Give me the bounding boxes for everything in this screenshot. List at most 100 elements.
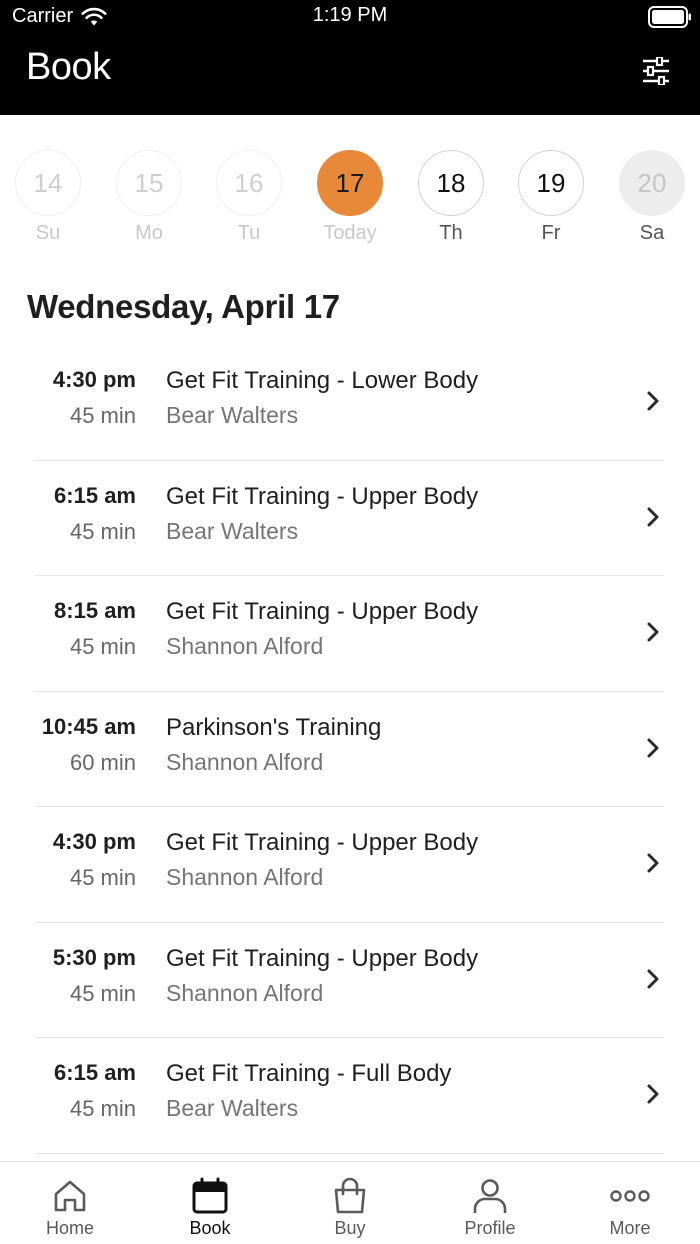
tab-label: Profile bbox=[464, 1218, 516, 1238]
day-number: 20 bbox=[619, 150, 685, 216]
sliders-icon bbox=[643, 57, 669, 85]
tab-bar: Home Book Buy Profile More bbox=[0, 1161, 700, 1244]
book-screen: Carrier 1:19 PM Book 14 Su 15 Mo 16 Tu 1… bbox=[0, 0, 700, 1244]
class-info: Get Fit Training - Upper Body Shannon Al… bbox=[166, 598, 478, 660]
class-row[interactable]: 4:30 pm 45 min Get Fit Training - Lower … bbox=[0, 345, 700, 461]
filter-button[interactable] bbox=[640, 55, 672, 87]
day-label: Tu bbox=[237, 222, 261, 244]
day-number: 14 bbox=[15, 150, 81, 216]
class-duration: 45 min bbox=[69, 1096, 136, 1121]
class-time-column: 4:30 pm 45 min bbox=[53, 829, 136, 891]
chevron-right-icon bbox=[647, 853, 659, 873]
day-thursday[interactable]: 18 Th bbox=[401, 150, 501, 250]
day-label: Th bbox=[439, 222, 463, 244]
day-number: 18 bbox=[418, 150, 484, 216]
class-instructor: Shannon Alford bbox=[166, 979, 324, 1006]
class-instructor: Shannon Alford bbox=[166, 633, 324, 659]
day-tuesday[interactable]: 16 Tu bbox=[199, 150, 299, 250]
week-day-picker: 14 Su 15 Mo 16 Tu 17 Today 18 Th 19 Fr 2… bbox=[0, 150, 700, 250]
day-label: Fr bbox=[541, 222, 561, 244]
class-duration: 45 min bbox=[69, 980, 136, 1006]
tab-icon-wrapper bbox=[50, 1176, 90, 1216]
class-row[interactable]: 6:15 am 45 min Get Fit Training - Upper … bbox=[0, 461, 700, 576]
class-time-column: 5:30 pm 45 min bbox=[53, 945, 136, 1007]
battery-icon bbox=[648, 6, 691, 28]
class-instructor: Bear Walters bbox=[166, 1095, 299, 1121]
class-row[interactable]: 4:30 pm 45 min Get Fit Training - Upper … bbox=[0, 807, 700, 923]
home-icon bbox=[54, 1180, 86, 1212]
class-start-time: 6:15 am bbox=[54, 1060, 136, 1085]
tab-icon-wrapper bbox=[610, 1176, 650, 1216]
tab-book[interactable]: Book bbox=[140, 1162, 280, 1244]
class-name: Get Fit Training - Full Body bbox=[166, 1060, 452, 1087]
day-friday[interactable]: 19 Fr bbox=[501, 150, 601, 250]
day-label: Today bbox=[323, 222, 377, 244]
page-title: Book bbox=[26, 46, 111, 88]
chevron-right-icon bbox=[647, 622, 659, 642]
tab-icon-wrapper bbox=[470, 1176, 510, 1216]
day-number: 15 bbox=[116, 150, 182, 216]
tab-more[interactable]: More bbox=[560, 1162, 700, 1244]
class-info: Get Fit Training - Full Body Bear Walter… bbox=[166, 1060, 451, 1122]
chevron-right-icon bbox=[647, 391, 659, 411]
tab-label: Buy bbox=[334, 1218, 366, 1238]
class-start-time: 6:15 am bbox=[54, 482, 136, 508]
shopping-bag-icon bbox=[334, 1177, 366, 1214]
class-name: Get Fit Training - Lower Body bbox=[166, 367, 479, 394]
class-start-time: 10:45 am bbox=[41, 713, 136, 739]
class-instructor: Bear Walters bbox=[166, 402, 299, 428]
class-time-column: 8:15 am 45 min bbox=[54, 598, 136, 660]
class-info: Get Fit Training - Lower Body Bear Walte… bbox=[166, 367, 478, 429]
class-time-column: 6:15 am 45 min bbox=[54, 483, 136, 545]
class-start-time: 4:30 pm bbox=[52, 829, 136, 854]
class-info: Parkinson's Training Shannon Alford bbox=[166, 714, 381, 776]
tab-label: Home bbox=[45, 1218, 94, 1238]
day-label: Sa bbox=[639, 222, 665, 244]
class-instructor: Shannon Alford bbox=[166, 864, 324, 890]
class-time-column: 10:45 am 60 min bbox=[42, 714, 136, 776]
class-name: Parkinson's Training bbox=[166, 713, 382, 741]
tab-label: More bbox=[609, 1218, 651, 1238]
class-duration: 45 min bbox=[69, 865, 136, 890]
day-saturday[interactable]: 20 Sa bbox=[602, 150, 700, 250]
class-row[interactable]: 6:15 am 45 min Get Fit Training - Full B… bbox=[0, 1038, 700, 1154]
class-instructor: Shannon Alford bbox=[166, 748, 324, 775]
day-number: 16 bbox=[216, 150, 282, 216]
calendar-icon bbox=[192, 1177, 228, 1214]
tab-profile[interactable]: Profile bbox=[420, 1162, 560, 1244]
class-time-column: 6:15 am 45 min bbox=[54, 1060, 136, 1122]
class-time-column: 4:30 pm 45 min bbox=[53, 367, 136, 429]
day-monday[interactable]: 15 Mo bbox=[99, 150, 199, 250]
class-row[interactable]: 10:45 am 60 min Parkinson's Training Sha… bbox=[0, 692, 700, 807]
class-list: 4:30 pm 45 min Get Fit Training - Lower … bbox=[0, 345, 700, 1154]
class-duration: 45 min bbox=[69, 634, 136, 659]
day-today[interactable]: 17 Today bbox=[300, 150, 400, 250]
selected-date-heading: Wednesday, April 17 bbox=[27, 288, 340, 325]
class-row[interactable]: 5:30 pm 45 min Get Fit Training - Upper … bbox=[0, 923, 700, 1038]
class-info: Get Fit Training - Upper Body Bear Walte… bbox=[166, 483, 478, 545]
day-sunday[interactable]: 14 Su bbox=[0, 150, 98, 250]
day-number: 17 bbox=[317, 150, 383, 216]
row-divider bbox=[35, 1152, 664, 1154]
class-duration: 45 min bbox=[69, 518, 136, 544]
day-label: Mo bbox=[135, 222, 163, 244]
class-start-time: 4:30 pm bbox=[52, 367, 136, 392]
class-instructor: Bear Walters bbox=[166, 517, 299, 544]
class-name: Get Fit Training - Upper Body bbox=[166, 829, 479, 856]
class-row[interactable]: 8:15 am 45 min Get Fit Training - Upper … bbox=[0, 576, 700, 692]
tab-home[interactable]: Home bbox=[0, 1162, 140, 1244]
tab-icon-wrapper bbox=[190, 1176, 230, 1216]
chevron-right-icon bbox=[647, 1084, 659, 1104]
tab-label: Book bbox=[189, 1218, 231, 1238]
tab-icon-wrapper bbox=[330, 1176, 370, 1216]
chevron-right-icon bbox=[647, 738, 659, 757]
class-duration: 60 min bbox=[69, 749, 136, 775]
person-icon bbox=[473, 1179, 507, 1213]
class-name: Get Fit Training - Upper Body bbox=[166, 944, 479, 972]
class-name: Get Fit Training - Upper Body bbox=[166, 598, 479, 625]
status-time: 1:19 PM bbox=[312, 4, 388, 26]
tab-buy[interactable]: Buy bbox=[280, 1162, 420, 1244]
header: Carrier 1:19 PM Book bbox=[0, 0, 700, 115]
class-start-time: 5:30 pm bbox=[52, 944, 136, 970]
status-bar: Carrier 1:19 PM bbox=[0, 0, 700, 34]
